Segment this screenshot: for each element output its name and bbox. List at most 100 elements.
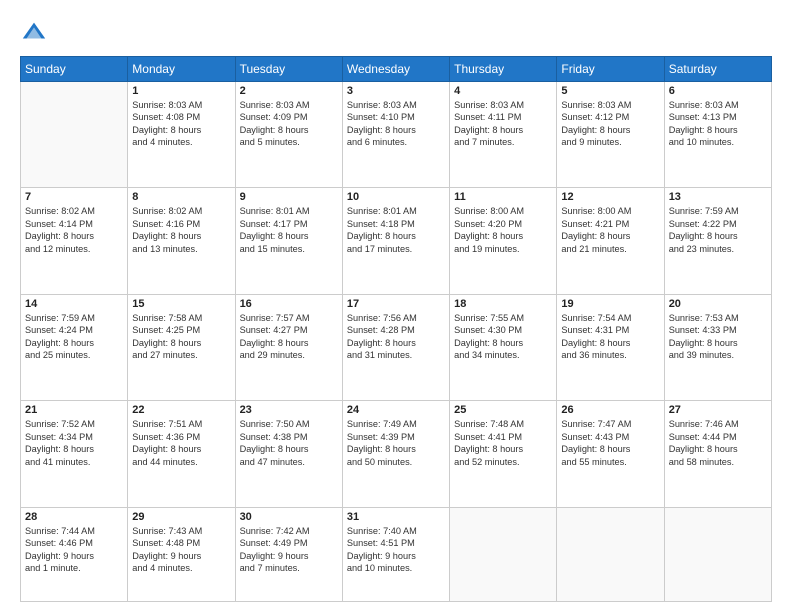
calendar-cell: 3 Sunrise: 8:03 AM Sunset: 4:10 PM Daylig… [342,82,449,188]
calendar-cell: 23 Sunrise: 7:50 AM Sunset: 4:38 PM Dayli… [235,401,342,507]
calendar-cell: 29 Sunrise: 7:43 AM Sunset: 4:48 PM Dayli… [128,507,235,601]
weekday-header: Thursday [450,57,557,82]
calendar-week-row: 28 Sunrise: 7:44 AM Sunset: 4:46 PM Dayli… [21,507,772,601]
calendar-cell: 7 Sunrise: 8:02 AM Sunset: 4:14 PM Daylig… [21,188,128,294]
day-info: Sunrise: 8:03 AM Sunset: 4:12 PM Dayligh… [561,99,659,149]
day-number: 12 [561,191,659,203]
logo-icon [20,18,48,46]
calendar-cell: 27 Sunrise: 7:46 AM Sunset: 4:44 PM Dayli… [664,401,771,507]
day-info: Sunrise: 8:02 AM Sunset: 4:14 PM Dayligh… [25,205,123,255]
calendar-cell [664,507,771,601]
day-info: Sunrise: 7:44 AM Sunset: 4:46 PM Dayligh… [25,525,123,575]
day-info: Sunrise: 8:00 AM Sunset: 4:21 PM Dayligh… [561,205,659,255]
calendar-cell: 25 Sunrise: 7:48 AM Sunset: 4:41 PM Dayli… [450,401,557,507]
day-number: 6 [669,85,767,97]
day-info: Sunrise: 7:53 AM Sunset: 4:33 PM Dayligh… [669,312,767,362]
day-info: Sunrise: 8:03 AM Sunset: 4:13 PM Dayligh… [669,99,767,149]
day-number: 19 [561,298,659,310]
weekday-header: Wednesday [342,57,449,82]
day-number: 8 [132,191,230,203]
day-info: Sunrise: 7:52 AM Sunset: 4:34 PM Dayligh… [25,418,123,468]
calendar-header-row: SundayMondayTuesdayWednesdayThursdayFrid… [21,57,772,82]
calendar-cell: 19 Sunrise: 7:54 AM Sunset: 4:31 PM Dayli… [557,294,664,400]
calendar-cell: 24 Sunrise: 7:49 AM Sunset: 4:39 PM Dayli… [342,401,449,507]
calendar-cell [557,507,664,601]
calendar-cell: 14 Sunrise: 7:59 AM Sunset: 4:24 PM Dayli… [21,294,128,400]
day-number: 28 [25,511,123,523]
day-number: 1 [132,85,230,97]
day-number: 31 [347,511,445,523]
calendar-table: SundayMondayTuesdayWednesdayThursdayFrid… [20,56,772,602]
day-number: 24 [347,404,445,416]
day-number: 17 [347,298,445,310]
calendar-cell: 4Sunrise: 8:03 AM Sunset: 4:11 PM Daylig… [450,82,557,188]
calendar-week-row: 1 Sunrise: 8:03 AM Sunset: 4:08 PM Daylig… [21,82,772,188]
day-info: Sunrise: 7:46 AM Sunset: 4:44 PM Dayligh… [669,418,767,468]
calendar-cell [21,82,128,188]
day-info: Sunrise: 8:00 AM Sunset: 4:20 PM Dayligh… [454,205,552,255]
weekday-header: Monday [128,57,235,82]
day-info: Sunrise: 7:59 AM Sunset: 4:22 PM Dayligh… [669,205,767,255]
day-info: Sunrise: 7:49 AM Sunset: 4:39 PM Dayligh… [347,418,445,468]
calendar-cell: 13 Sunrise: 7:59 AM Sunset: 4:22 PM Dayli… [664,188,771,294]
day-info: Sunrise: 8:01 AM Sunset: 4:17 PM Dayligh… [240,205,338,255]
calendar-cell: 9Sunrise: 8:01 AM Sunset: 4:17 PM Daylig… [235,188,342,294]
calendar-cell: 21 Sunrise: 7:52 AM Sunset: 4:34 PM Dayli… [21,401,128,507]
day-info: Sunrise: 7:54 AM Sunset: 4:31 PM Dayligh… [561,312,659,362]
day-number: 14 [25,298,123,310]
calendar-cell: 2Sunrise: 8:03 AM Sunset: 4:09 PM Daylig… [235,82,342,188]
calendar-cell [450,507,557,601]
day-info: Sunrise: 7:59 AM Sunset: 4:24 PM Dayligh… [25,312,123,362]
calendar-cell: 31 Sunrise: 7:40 AM Sunset: 4:51 PM Dayli… [342,507,449,601]
day-number: 10 [347,191,445,203]
calendar-cell: 10 Sunrise: 8:01 AM Sunset: 4:18 PM Dayli… [342,188,449,294]
day-number: 23 [240,404,338,416]
day-info: Sunrise: 7:48 AM Sunset: 4:41 PM Dayligh… [454,418,552,468]
calendar-cell: 26 Sunrise: 7:47 AM Sunset: 4:43 PM Dayli… [557,401,664,507]
calendar-cell: 22 Sunrise: 7:51 AM Sunset: 4:36 PM Dayli… [128,401,235,507]
day-number: 13 [669,191,767,203]
weekday-header: Sunday [21,57,128,82]
day-number: 2 [240,85,338,97]
day-info: Sunrise: 7:57 AM Sunset: 4:27 PM Dayligh… [240,312,338,362]
weekday-header: Friday [557,57,664,82]
day-number: 27 [669,404,767,416]
day-info: Sunrise: 8:03 AM Sunset: 4:10 PM Dayligh… [347,99,445,149]
calendar-cell: 15Sunrise: 7:58 AM Sunset: 4:25 PM Dayli… [128,294,235,400]
day-info: Sunrise: 8:01 AM Sunset: 4:18 PM Dayligh… [347,205,445,255]
day-number: 30 [240,511,338,523]
logo [20,18,52,46]
calendar-cell: 8Sunrise: 8:02 AM Sunset: 4:16 PM Daylig… [128,188,235,294]
day-number: 25 [454,404,552,416]
day-info: Sunrise: 7:40 AM Sunset: 4:51 PM Dayligh… [347,525,445,575]
day-number: 3 [347,85,445,97]
day-number: 4 [454,85,552,97]
day-info: Sunrise: 7:47 AM Sunset: 4:43 PM Dayligh… [561,418,659,468]
day-info: Sunrise: 7:56 AM Sunset: 4:28 PM Dayligh… [347,312,445,362]
calendar-week-row: 14 Sunrise: 7:59 AM Sunset: 4:24 PM Dayli… [21,294,772,400]
day-info: Sunrise: 7:42 AM Sunset: 4:49 PM Dayligh… [240,525,338,575]
calendar-cell: 5 Sunrise: 8:03 AM Sunset: 4:12 PM Daylig… [557,82,664,188]
day-number: 29 [132,511,230,523]
day-info: Sunrise: 7:50 AM Sunset: 4:38 PM Dayligh… [240,418,338,468]
day-number: 18 [454,298,552,310]
calendar-cell: 20 Sunrise: 7:53 AM Sunset: 4:33 PM Dayli… [664,294,771,400]
day-info: Sunrise: 8:03 AM Sunset: 4:08 PM Dayligh… [132,99,230,149]
calendar-cell: 17 Sunrise: 7:56 AM Sunset: 4:28 PM Dayli… [342,294,449,400]
day-number: 15 [132,298,230,310]
calendar-cell: 6 Sunrise: 8:03 AM Sunset: 4:13 PM Daylig… [664,82,771,188]
day-number: 7 [25,191,123,203]
day-number: 26 [561,404,659,416]
day-number: 20 [669,298,767,310]
day-number: 5 [561,85,659,97]
weekday-header: Saturday [664,57,771,82]
calendar-week-row: 21 Sunrise: 7:52 AM Sunset: 4:34 PM Dayli… [21,401,772,507]
calendar-cell: 11 Sunrise: 8:00 AM Sunset: 4:20 PM Dayli… [450,188,557,294]
day-info: Sunrise: 7:43 AM Sunset: 4:48 PM Dayligh… [132,525,230,575]
day-info: Sunrise: 7:51 AM Sunset: 4:36 PM Dayligh… [132,418,230,468]
day-number: 21 [25,404,123,416]
day-number: 22 [132,404,230,416]
calendar-cell: 12 Sunrise: 8:00 AM Sunset: 4:21 PM Dayli… [557,188,664,294]
day-number: 11 [454,191,552,203]
calendar-week-row: 7 Sunrise: 8:02 AM Sunset: 4:14 PM Daylig… [21,188,772,294]
